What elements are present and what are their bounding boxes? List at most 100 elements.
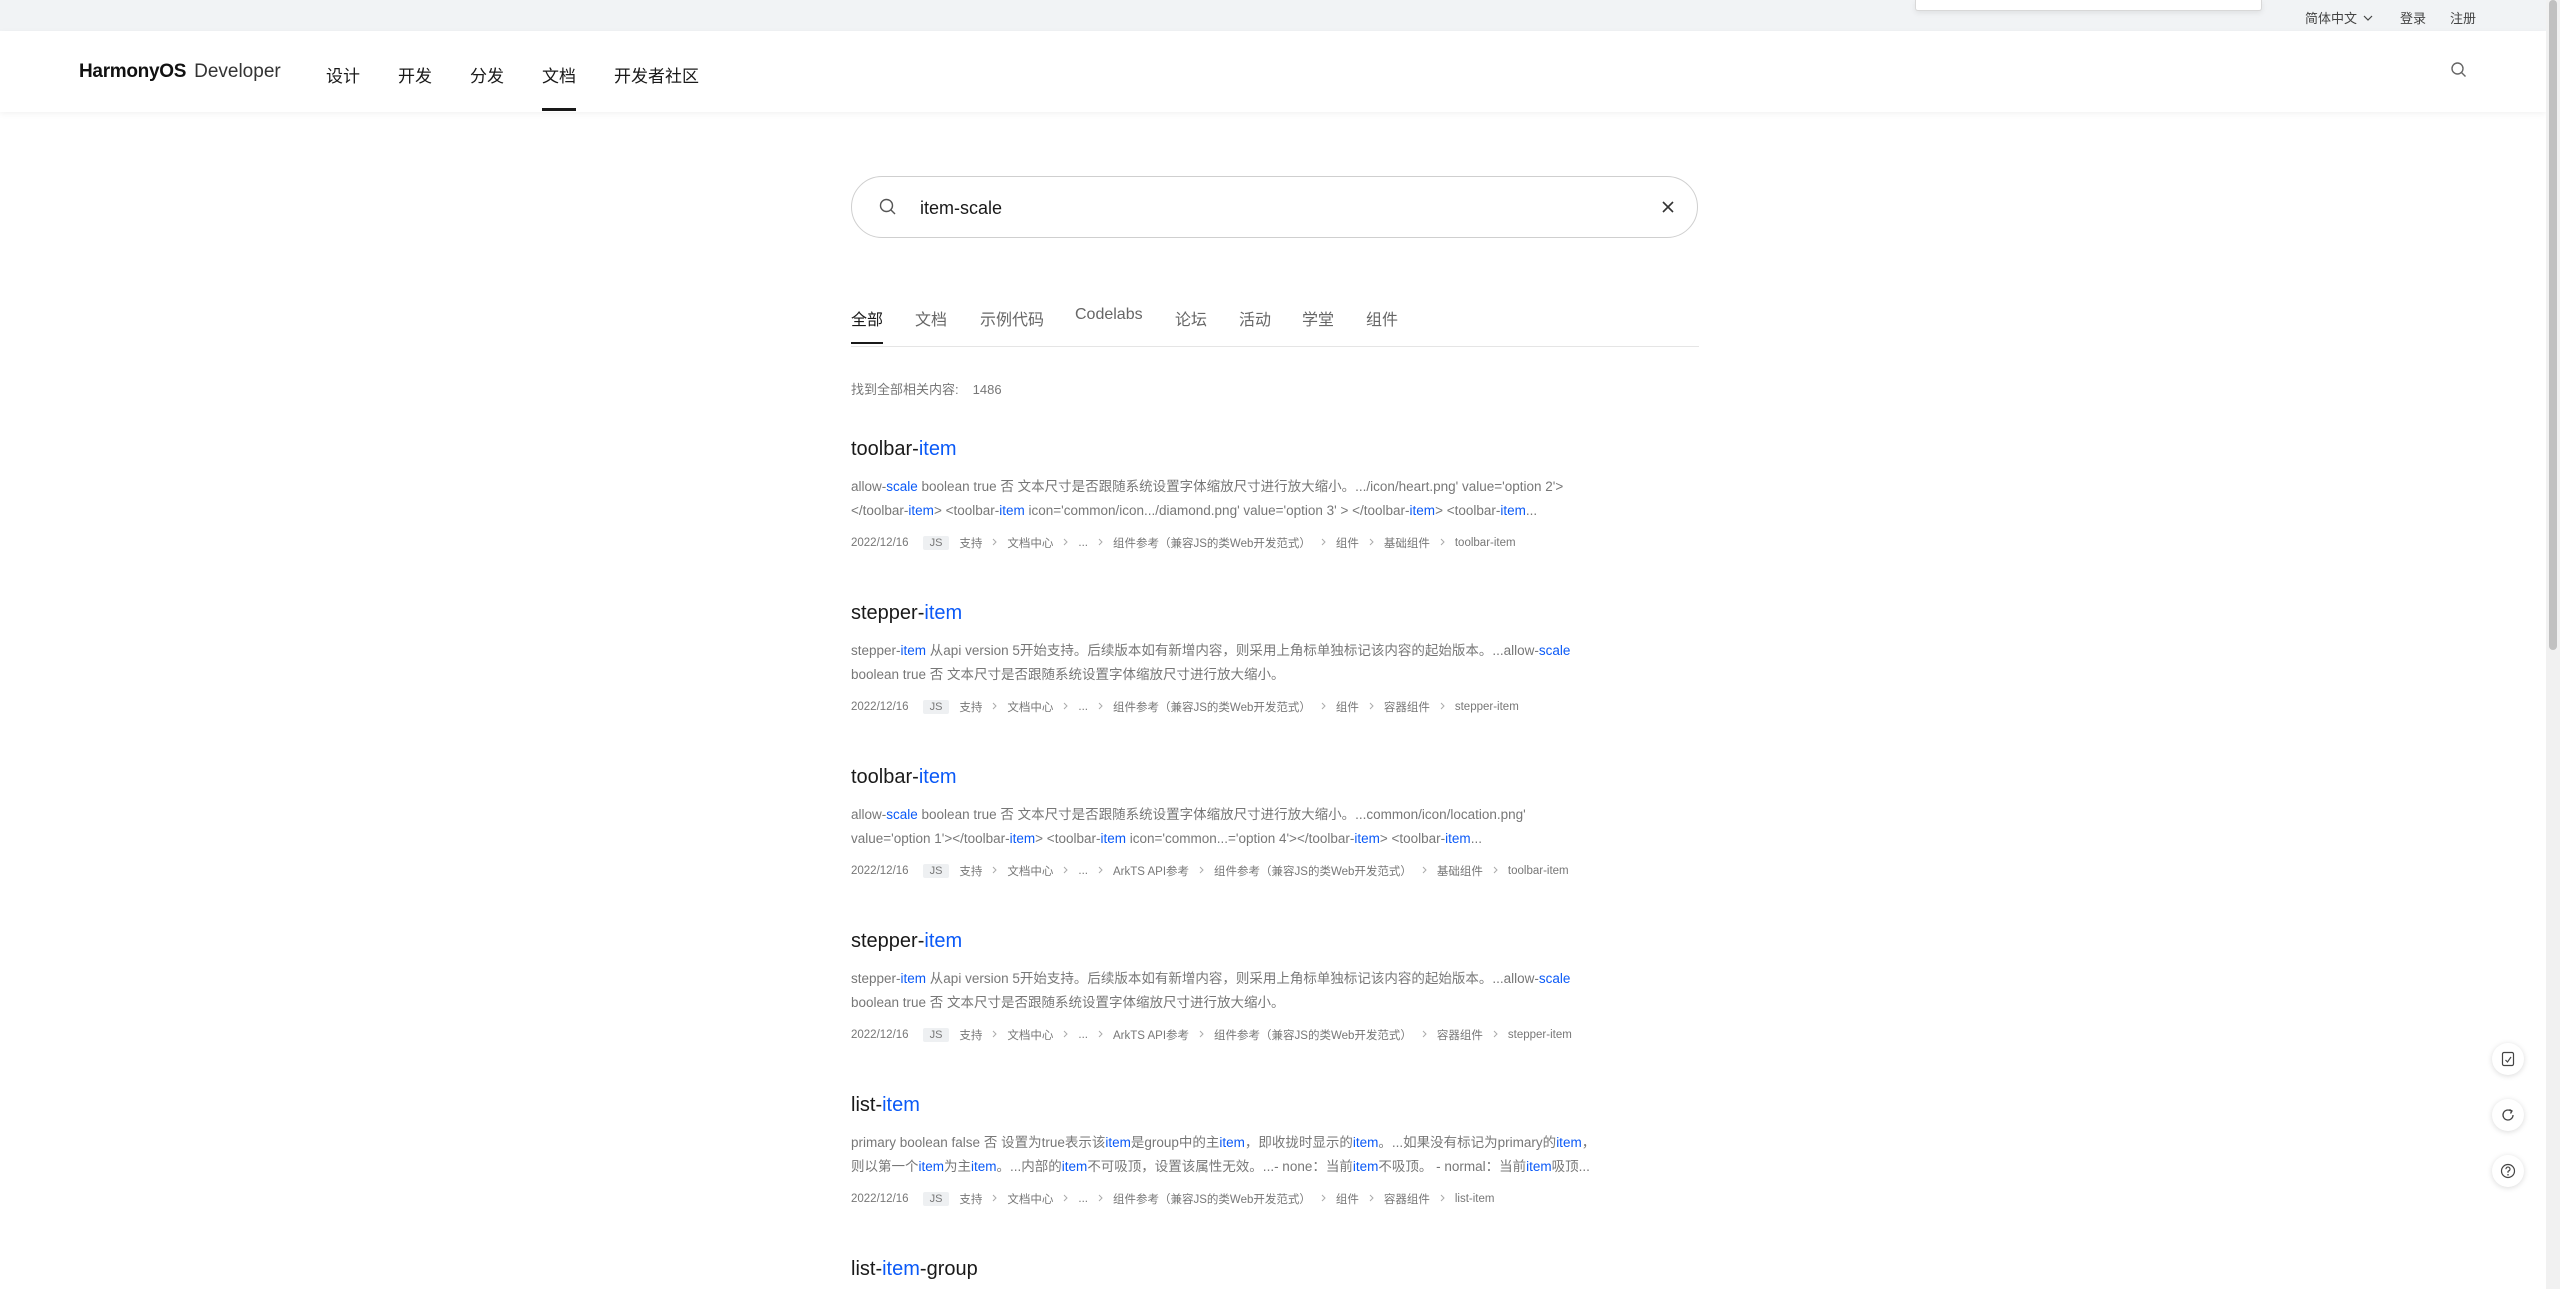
help-icon[interactable] [2492,1155,2524,1187]
result-title-text: toolbar- [851,438,919,460]
breadcrumb-item[interactable]: 文档中心 [1007,699,1053,715]
tab-academy[interactable]: 学堂 [1302,306,1334,330]
breadcrumb-item[interactable]: 文档中心 [1007,863,1053,879]
snippet-highlight: item [1352,1159,1379,1174]
snippet-text: boolean true 否 文本尺寸是否跟随系统设置字体缩放尺寸进行放大缩小。 [851,995,1285,1010]
nav-docs[interactable]: 文档 [542,62,576,111]
breadcrumb-item[interactable]: list-item [1455,1193,1495,1205]
search-result: list-item-group [851,1258,1701,1281]
breadcrumb-item[interactable]: ... [1078,865,1088,877]
tab-events[interactable]: 活动 [1239,306,1271,330]
nav-community[interactable]: 开发者社区 [614,62,699,87]
result-title-highlight: item [924,602,963,624]
breadcrumb-item[interactable]: ArkTS API参考 [1113,863,1189,879]
tab-all[interactable]: 全部 [851,306,884,344]
result-title-link[interactable]: toolbar-item [851,766,1701,789]
chevron-right-icon [1063,701,1069,713]
result-snippet: allow-scale boolean true 否 文本尺寸是否跟随系统设置字… [851,803,1701,851]
breadcrumb-item[interactable]: 支持 [959,535,982,551]
breadcrumb-item[interactable]: ... [1078,1193,1088,1205]
result-title-highlight: item [882,1094,920,1116]
breadcrumb-item[interactable]: toolbar-item [1455,537,1516,549]
result-title-link[interactable]: stepper-item [851,602,1701,625]
chevron-right-icon [1321,701,1326,713]
register-link[interactable]: 注册 [2450,8,2476,27]
scrollbar-thumb[interactable] [2549,0,2557,650]
breadcrumb-item[interactable]: 组件 [1336,699,1359,715]
breadcrumb-item[interactable]: 组件参考（兼容JS的类Web开发范式） [1113,535,1311,551]
breadcrumb-item[interactable]: 组件参考（兼容JS的类Web开发范式） [1113,1191,1311,1207]
tab-codelabs[interactable]: Codelabs [1075,306,1143,324]
breadcrumb-item[interactable]: 组件参考（兼容JS的类Web开发范式） [1214,1027,1412,1043]
snippet-text: ... [1470,831,1482,846]
search-input[interactable] [918,191,1602,225]
breadcrumb-item[interactable]: 组件参考（兼容JS的类Web开发范式） [1113,699,1311,715]
breadcrumb-item[interactable]: 支持 [959,1191,982,1207]
breadcrumb-item[interactable]: 容器组件 [1384,1191,1430,1207]
snippet-text: stepper- [851,643,901,658]
chevron-right-icon [1063,1193,1069,1205]
breadcrumb-item[interactable]: stepper-item [1508,1029,1572,1041]
result-title-link[interactable]: toolbar-item [851,438,1701,461]
snippet-highlight: scale [1538,971,1571,986]
snippet-text: ，即收拢时显示的 [1244,1135,1353,1150]
breadcrumb-item[interactable]: 支持 [959,863,982,879]
breadcrumb-item[interactable]: 支持 [959,699,982,715]
search-icon[interactable] [2450,61,2470,81]
breadcrumb-item[interactable]: 容器组件 [1384,699,1430,715]
breadcrumb-item[interactable]: ArkTS API参考 [1113,1027,1189,1043]
breadcrumb-item[interactable]: ... [1078,701,1088,713]
snippet-highlight: item [1526,1159,1552,1174]
breadcrumb-item[interactable]: 文档中心 [1007,1027,1053,1043]
refresh-icon[interactable] [2492,1099,2524,1131]
tab-components[interactable]: 组件 [1366,306,1398,330]
breadcrumb-item[interactable]: 文档中心 [1007,535,1053,551]
result-title-link[interactable]: list-item-group [851,1258,1701,1281]
breadcrumb-item[interactable]: 基础组件 [1384,535,1430,551]
logo[interactable]: HarmonyOS Developer [79,61,281,83]
breadcrumb-item[interactable]: toolbar-item [1508,865,1569,877]
breadcrumb-item[interactable]: 基础组件 [1437,863,1483,879]
snippet-highlight: item [1009,831,1036,846]
snippet-line: allow-scale boolean true 否 文本尺寸是否跟随系统设置字… [851,803,1701,827]
breadcrumb-item[interactable]: 文档中心 [1007,1191,1053,1207]
nav-develop[interactable]: 开发 [398,62,432,87]
snippet-highlight: scale [1538,643,1571,658]
result-meta: 2022/12/16 JS 支持 文档中心... ArkTS API参考 组件参考（兼容J… [851,863,1701,879]
breadcrumb-item[interactable]: 容器组件 [1437,1027,1483,1043]
breadcrumb-item[interactable]: 支持 [959,1027,982,1043]
nav-distribute[interactable]: 分发 [470,62,504,87]
feedback-icon[interactable] [2492,1043,2524,1075]
result-tag: JS [922,536,950,550]
breadcrumb-item[interactable]: 组件 [1336,1191,1359,1207]
tab-samples[interactable]: 示例代码 [980,306,1044,330]
snippet-text: allow- [851,807,887,822]
tab-docs[interactable]: 文档 [915,306,947,330]
tab-forum[interactable]: 论坛 [1175,306,1207,330]
result-meta: 2022/12/16 JS 支持 文档中心... ArkTS API参考 组件参考（兼容J… [851,1027,1701,1043]
search-result: toolbar-item allow-scale boolean true 否 文… [851,438,1701,551]
snippet-text: 则以第一个 [851,1159,919,1174]
login-link[interactable]: 登录 [2400,8,2426,27]
snippet-highlight: item [1409,503,1436,518]
breadcrumb-item[interactable]: 组件参考（兼容JS的类Web开发范式） [1214,863,1412,879]
breadcrumb-item[interactable]: ... [1078,537,1088,549]
language-label: 简体中文 [2305,11,2358,26]
result-title-link[interactable]: list-item [851,1094,1701,1117]
language-selector[interactable]: 简体中文 [2305,8,2373,27]
result-date: 2022/12/16 [851,1029,909,1041]
nav-design[interactable]: 设计 [326,62,360,87]
clear-icon[interactable] [1660,199,1676,220]
snippet-line: boolean true 否 文本尺寸是否跟随系统设置字体缩放尺寸进行放大缩小。 [851,991,1701,1015]
page-scrollbar[interactable] [2546,0,2560,1289]
result-title-highlight: item [882,1258,920,1280]
chevron-right-icon [1199,1029,1204,1041]
breadcrumb-item[interactable]: 组件 [1336,535,1359,551]
logo-sub: Developer [194,61,281,82]
snippet-text: allow- [851,479,887,494]
result-title-link[interactable]: stepper-item [851,930,1701,953]
result-meta: 2022/12/16 JS 支持 文档中心... 组件参考（兼容JS的类Web开发范式）… [851,1191,1701,1207]
snippet-text: icon='common...='option 4'></toolbar- [1125,831,1355,846]
breadcrumb-item[interactable]: ... [1078,1029,1088,1041]
breadcrumb-item[interactable]: stepper-item [1455,701,1519,713]
